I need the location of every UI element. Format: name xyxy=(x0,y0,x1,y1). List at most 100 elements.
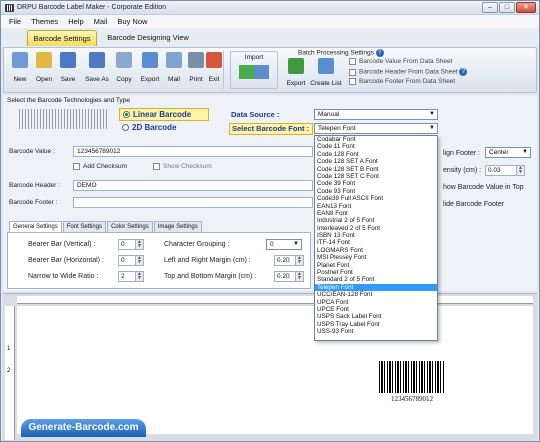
font-option[interactable]: Telepen Font xyxy=(315,283,437,292)
checkbox[interactable] xyxy=(349,58,356,65)
font-option[interactable]: Industrial 2 of 5 Font xyxy=(315,217,437,224)
menu-themes[interactable]: Themes xyxy=(31,15,58,28)
opt-header-from-sheet[interactable]: Barcode Header From Data Sheet ? xyxy=(349,68,468,76)
font-option[interactable]: Code 11 Font xyxy=(315,143,437,150)
font-option[interactable]: Code 39 Font xyxy=(315,180,437,187)
menu-file[interactable]: File xyxy=(9,15,21,28)
new-button[interactable]: New xyxy=(8,52,32,83)
show-value-top-option[interactable]: how Barcode Value in Top xyxy=(443,184,524,191)
copy-button[interactable]: Copy xyxy=(112,52,136,83)
barcode-text: 123456789012 xyxy=(391,395,433,403)
font-option[interactable]: Codabar Font xyxy=(315,136,437,143)
font-option[interactable]: Planet Font xyxy=(315,262,437,269)
create-list-button[interactable]: Create List xyxy=(310,58,342,87)
align-footer-select[interactable]: Center ▼ xyxy=(485,147,531,158)
barcode-value-input[interactable]: 123456789012 xyxy=(73,146,313,157)
2d-barcode-radio[interactable]: 2D Barcode xyxy=(122,123,176,132)
font-option[interactable]: USPS Tray Label Font xyxy=(315,321,437,328)
import-button[interactable]: Import xyxy=(236,54,272,79)
barcode-footer-input[interactable] xyxy=(73,197,313,208)
bearer-horizontal-stepper[interactable]: 0 ▲ ▼ xyxy=(118,255,144,266)
top-bottom-margin-stepper[interactable]: 0.20 ▲ ▼ xyxy=(274,271,304,282)
checkbox[interactable] xyxy=(153,163,160,170)
font-option[interactable]: ITF-14 Font xyxy=(315,239,437,246)
barcode-font-select[interactable]: Telepen Font ▼ xyxy=(314,123,438,134)
menu-buy-now[interactable]: Buy Now xyxy=(117,15,147,28)
left-right-margin-stepper[interactable]: 0.20 ▲ ▼ xyxy=(274,255,304,266)
font-option[interactable]: Code 128 SET B Font xyxy=(315,166,437,173)
linear-barcode-radio[interactable]: Linear Barcode xyxy=(119,108,209,121)
font-option[interactable]: Code 128 SET C Font xyxy=(315,173,437,180)
font-option[interactable]: Code 128 Font xyxy=(315,151,437,158)
tab-general-settings[interactable]: General Settings xyxy=(9,221,62,232)
help-icon[interactable]: ? xyxy=(375,49,384,57)
spin-arrows-icon[interactable]: ▲ ▼ xyxy=(295,256,303,265)
font-option[interactable]: Code39 Full ASCII Font xyxy=(315,195,437,202)
font-option[interactable]: MSI Plessey Font xyxy=(315,254,437,261)
maximize-button[interactable]: □ xyxy=(499,2,515,13)
font-option[interactable]: UCC/EAN-128 Font xyxy=(315,291,437,298)
data-source-select[interactable]: Manual ▼ xyxy=(314,109,438,120)
font-option[interactable]: UPCE Font xyxy=(315,306,437,313)
checkbox[interactable] xyxy=(349,78,356,85)
menu-mail[interactable]: Mail xyxy=(94,15,108,28)
font-option[interactable]: Code 93 Font xyxy=(315,188,437,195)
font-option[interactable]: UPCA Font xyxy=(315,299,437,306)
minimize-button[interactable]: – xyxy=(482,2,498,13)
export-icon xyxy=(142,52,158,68)
left-right-margin-label: Left and Right Margin (cm) : xyxy=(164,257,251,264)
hide-footer-option[interactable]: lide Barcode Footer xyxy=(443,201,504,208)
density-stepper[interactable]: 0.03 ▲ ▼ xyxy=(485,165,525,176)
help-icon[interactable]: ? xyxy=(459,68,468,76)
font-option[interactable]: USS-93 Font xyxy=(315,328,437,335)
barcode-image[interactable] xyxy=(379,361,445,393)
close-button[interactable]: ✕ xyxy=(516,2,536,13)
ratio-stepper[interactable]: 2 ▲ ▼ xyxy=(118,271,144,282)
radio-selected[interactable] xyxy=(123,111,130,119)
save-as-icon xyxy=(89,52,105,68)
font-option[interactable]: Standard 2 of 5 Font xyxy=(315,276,437,283)
label-canvas[interactable]: 123456789012 xyxy=(17,306,533,434)
opt-footer-from-sheet[interactable]: Barcode Footer From Data Sheet xyxy=(349,78,455,85)
font-dropdown-list[interactable]: Codabar Font Code 11 Font Code 128 Font Cod… xyxy=(314,135,438,341)
spin-arrows-icon[interactable]: ▲ ▼ xyxy=(135,256,143,265)
top-bottom-margin-label: Top and Bottom Margin (cm) : xyxy=(164,273,257,280)
character-grouping-select[interactable]: 0 ▼ xyxy=(266,239,302,250)
open-button[interactable]: Open xyxy=(32,52,56,83)
font-option[interactable]: Code 128 SET A Font xyxy=(315,158,437,165)
font-option[interactable]: EAN13 Font xyxy=(315,203,437,210)
checkbox[interactable] xyxy=(73,163,80,170)
tab-color-settings[interactable]: Color Settings xyxy=(107,221,153,232)
tab-barcode-settings[interactable]: Barcode Settings xyxy=(27,30,97,46)
font-option[interactable]: Postnet Font xyxy=(315,269,437,276)
checkbox[interactable] xyxy=(349,68,356,76)
menu-help[interactable]: Help xyxy=(68,15,83,28)
mail-button[interactable]: Mail xyxy=(162,52,186,83)
font-option[interactable]: EAN8 Font xyxy=(315,210,437,217)
batch-processing-title: Batch Processing Settings ? xyxy=(298,49,384,57)
spin-arrows-icon[interactable]: ▲ ▼ xyxy=(135,240,143,249)
vertical-ruler: 1 2 xyxy=(5,306,15,440)
opt-value-from-sheet[interactable]: Barcode Value From Data Sheet xyxy=(349,58,452,65)
spin-arrows-icon[interactable]: ▲ ▼ xyxy=(516,166,524,175)
batch-export-button[interactable]: Export xyxy=(286,58,306,87)
save-as-button[interactable]: Save As xyxy=(82,52,112,83)
spin-arrows-icon[interactable]: ▲ ▼ xyxy=(295,272,303,281)
font-option[interactable]: Interleaved 2 of 5 Font xyxy=(315,225,437,232)
radio-unselected[interactable] xyxy=(122,124,129,132)
barcode-header-input[interactable]: DEMO xyxy=(73,180,313,191)
tab-barcode-designing-view[interactable]: Barcode Designing View xyxy=(103,30,193,46)
technology-title: Select the Barcode Technologies and Type xyxy=(7,97,130,104)
save-button[interactable]: Save xyxy=(56,52,80,83)
font-option[interactable]: LOGMARS Font xyxy=(315,247,437,254)
barcode-type-icons[interactable] xyxy=(19,109,109,129)
tab-image-settings[interactable]: Image Settings xyxy=(153,221,202,232)
spin-arrows-icon[interactable]: ▲ ▼ xyxy=(135,272,143,281)
tab-font-settings[interactable]: Font Settings xyxy=(62,221,107,232)
font-option[interactable]: ISBN 13 Font xyxy=(315,232,437,239)
bearer-vertical-stepper[interactable]: 0 ▲ ▼ xyxy=(118,239,144,250)
export-button[interactable]: Export xyxy=(136,52,164,83)
font-option[interactable]: USPS Sack Label Font xyxy=(315,313,437,320)
show-checksum-option[interactable]: Show Checksum xyxy=(153,163,212,170)
add-checksum-option[interactable]: Add Checksum xyxy=(73,163,127,170)
